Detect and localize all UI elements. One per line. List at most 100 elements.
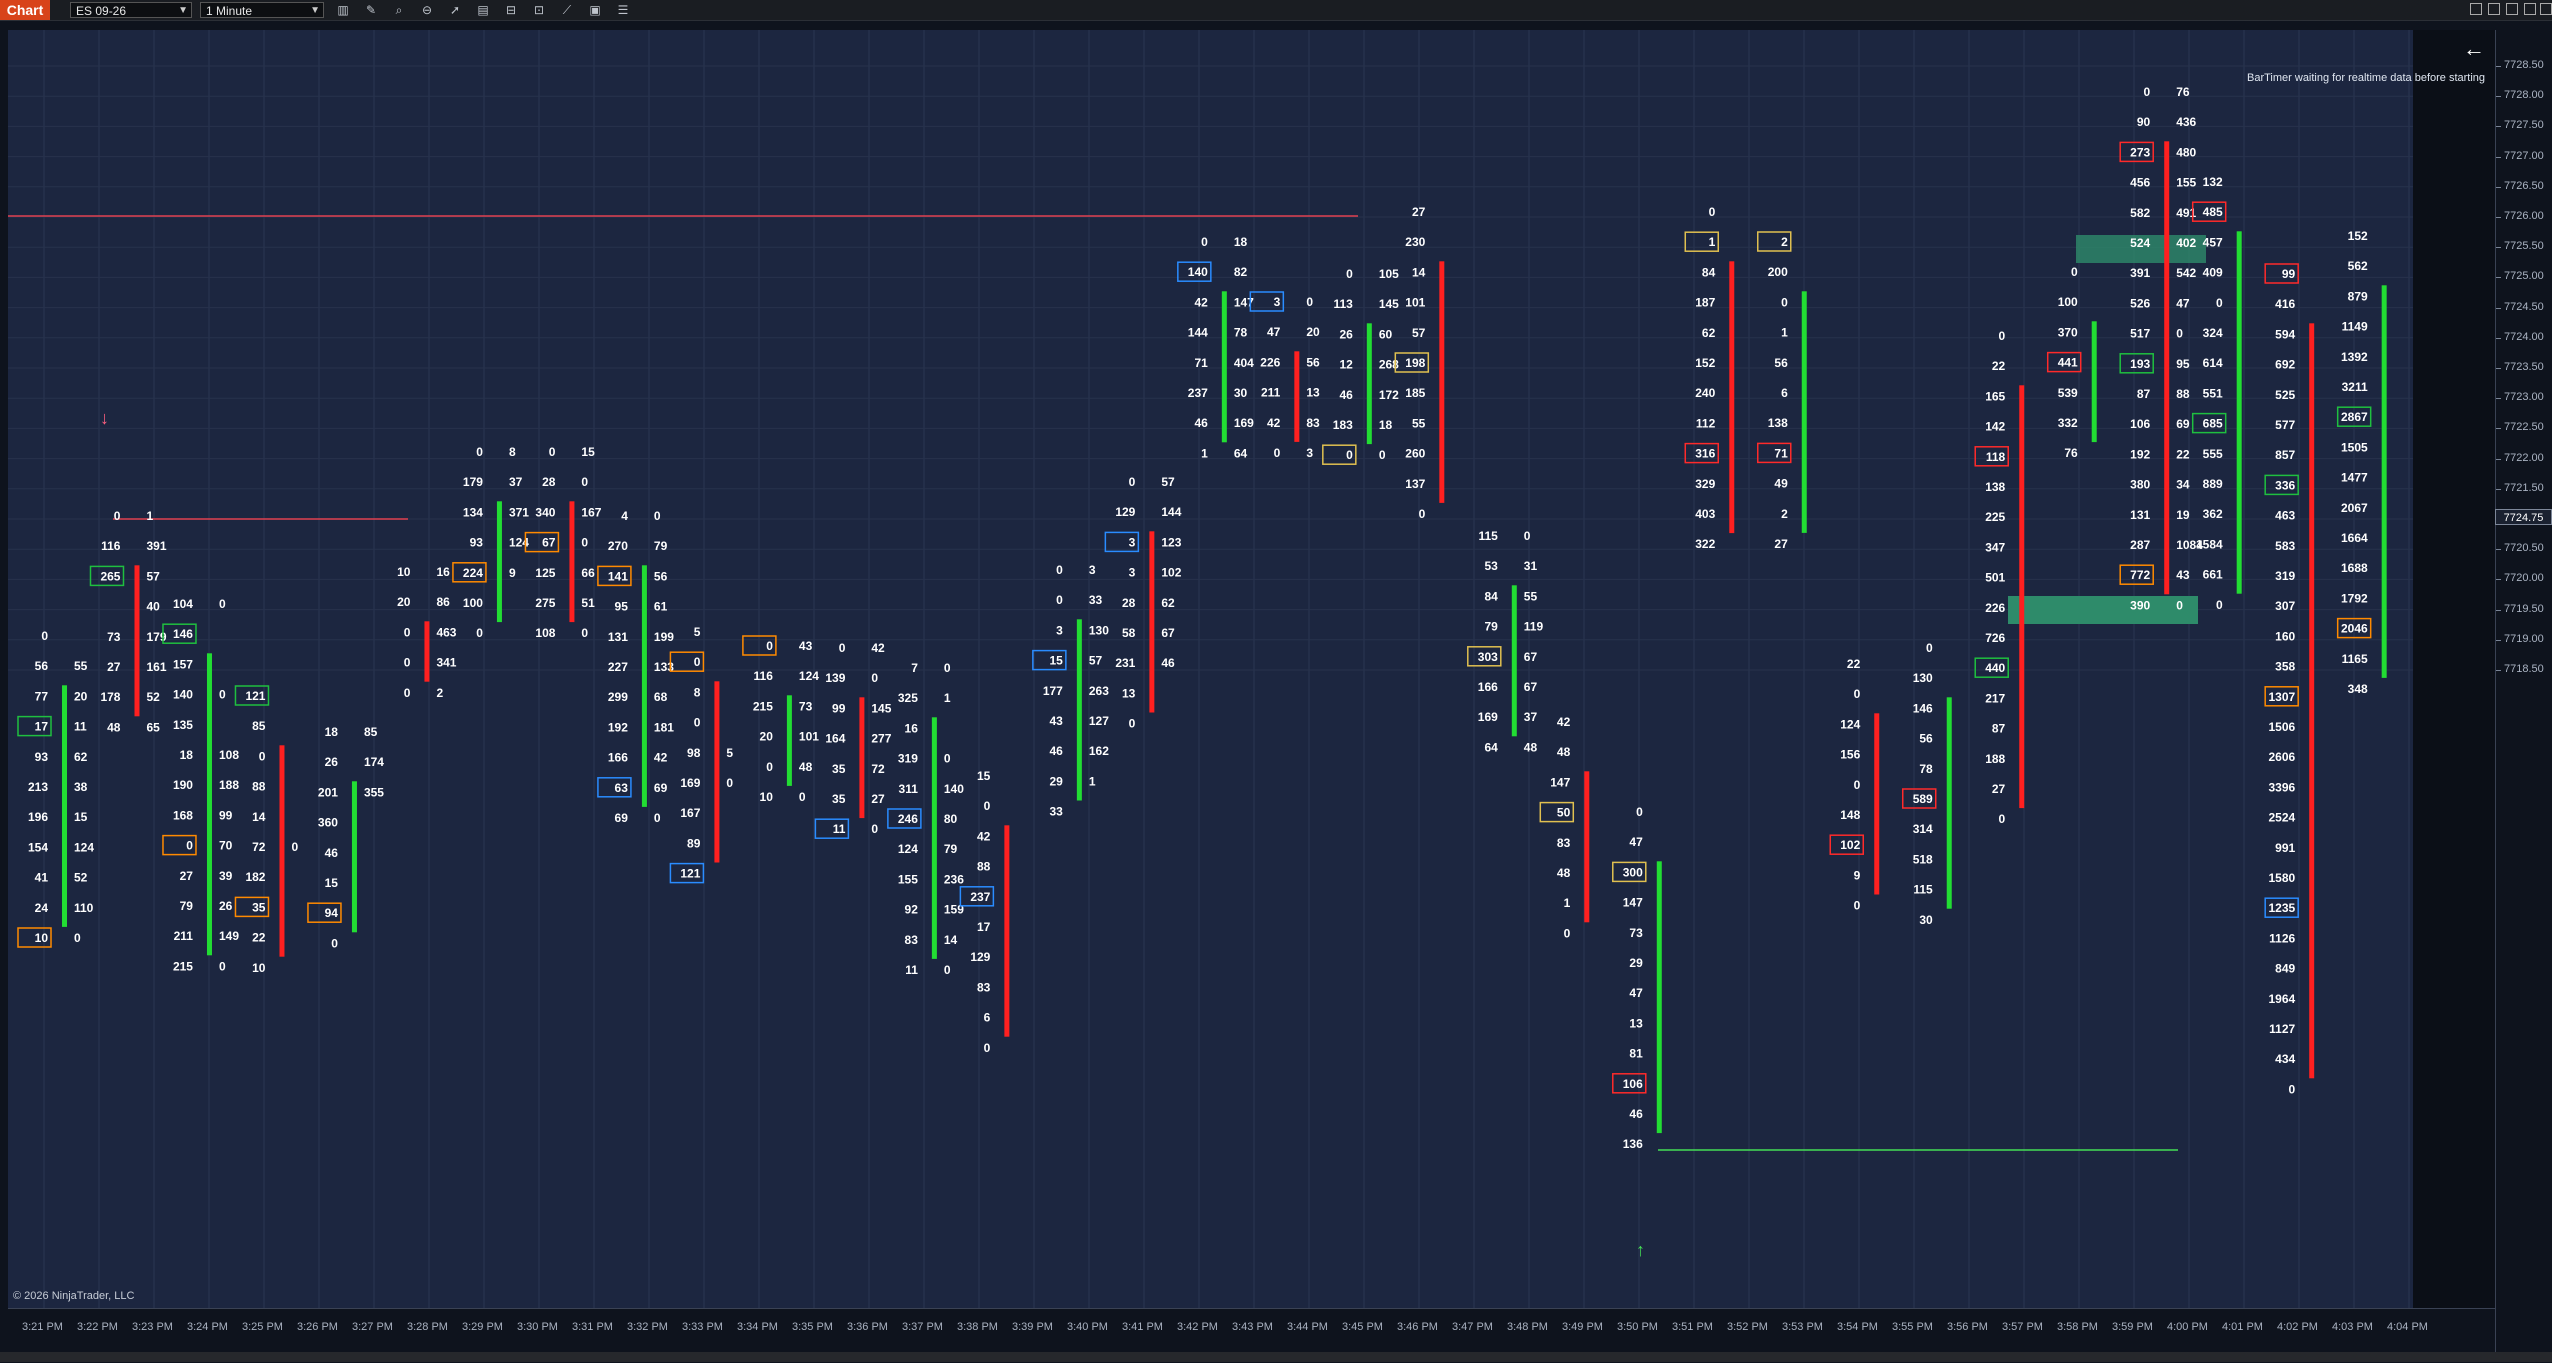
ask-volume: 40: [146, 600, 160, 614]
ask-volume: 19: [2176, 508, 2190, 522]
bid-volume: 130: [1913, 671, 1933, 685]
back-arrow-icon[interactable]: ←: [2463, 36, 2485, 62]
bid-volume: 0: [1201, 235, 1208, 249]
bid-volume: 0: [1999, 329, 2006, 343]
pencil-icon[interactable]: ✎: [364, 3, 378, 17]
bid-volume: 1235: [2268, 901, 2295, 915]
bid-volume: 0: [694, 716, 701, 730]
time-tick: 3:29 PM: [462, 1321, 503, 1333]
footprint-column: 115 0 53 31 84 55 79 119 303 67 166 67 169 37 64 48: [1467, 529, 1544, 754]
bid-volume: 90: [2137, 115, 2151, 129]
bid-volume: 48: [1557, 866, 1571, 880]
interval-selector[interactable]: 1 Minute ▼: [200, 2, 324, 18]
templates-icon[interactable]: ⊟: [504, 3, 518, 17]
bid-volume: 115: [1478, 529, 1498, 543]
time-tick: 3:57 PM: [2002, 1321, 2043, 1333]
bid-volume: 1664: [2341, 531, 2368, 545]
bid-volume: 72: [252, 840, 266, 854]
bid-volume: 99: [832, 701, 846, 715]
window-button[interactable]: [2506, 3, 2518, 15]
ask-volume: 20: [74, 689, 88, 703]
zoom-out-icon[interactable]: ⊖: [420, 3, 434, 17]
zoom-icon[interactable]: ⌕: [392, 3, 406, 17]
candle-body: [1439, 261, 1445, 503]
price-tick: 7727.00: [2496, 149, 2544, 162]
footprint-column: 22 0 124 156 0 148 102 9 0: [1829, 657, 1880, 913]
candle-body: [2236, 231, 2242, 594]
time-tick: 3:48 PM: [1507, 1321, 1548, 1333]
chart-toolbar: Chart ES 09-26 ▼ 1 Minute ▼ ▥ ✎ ⌕ ⊖ ➚ ▤ …: [0, 0, 2552, 21]
footprint-column: 0 130 146 56 78 589 314 518 115 30: [1901, 641, 1952, 927]
bid-volume: 121: [245, 689, 265, 703]
time-tick: 3:34 PM: [737, 1321, 778, 1333]
price-tick: 7722.50: [2496, 421, 2544, 434]
chart-panel[interactable]: 0 56 55 77 20 17 11 93 62 213 38 196 15 154 124 41 52 24 1…: [8, 30, 2413, 1308]
chart-tab[interactable]: Chart: [0, 0, 50, 20]
bid-volume: 215: [173, 959, 193, 973]
ask-volume: 0: [944, 963, 951, 977]
bid-volume: 0: [1854, 687, 1861, 701]
candle-body: [1511, 585, 1517, 737]
ask-volume: 341: [436, 656, 456, 670]
list-icon[interactable]: ☰: [616, 3, 630, 17]
ask-volume: 69: [2176, 417, 2190, 431]
ask-volume: 26: [219, 899, 233, 913]
screenshot-icon[interactable]: ⊡: [532, 3, 546, 17]
candle-body: [1004, 825, 1010, 1037]
bars-icon[interactable]: ▥: [336, 3, 350, 17]
bid-volume: 138: [1985, 480, 2005, 494]
time-tick: 3:32 PM: [627, 1321, 668, 1333]
bid-volume: 226: [1985, 601, 2005, 615]
strategies-icon[interactable]: ⟋: [560, 3, 574, 17]
bid-volume: 146: [173, 627, 193, 641]
candle-body: [2309, 323, 2315, 1079]
bid-volume: 27: [1992, 782, 2006, 796]
bid-volume: 147: [1550, 775, 1570, 789]
bid-volume: 434: [2275, 1052, 2295, 1066]
candle-body: [279, 745, 285, 957]
restore-button[interactable]: [2488, 3, 2500, 15]
bid-volume: 1165: [2342, 652, 2368, 666]
properties-icon[interactable]: ▤: [476, 3, 490, 17]
ask-volume: 33: [1089, 593, 1103, 607]
ask-volume: 123: [1161, 535, 1181, 549]
footprint-column: 0 8 179 37 134 371 93 124 224 9 100 0: [452, 445, 529, 640]
bid-volume: 167: [680, 806, 700, 820]
candle-body: [496, 501, 502, 623]
bid-volume: 85: [252, 719, 266, 733]
bid-volume: 177: [1043, 684, 1063, 698]
maximize-button[interactable]: [2524, 3, 2536, 15]
bid-volume: 112: [1696, 416, 1716, 430]
bid-volume: 27: [107, 660, 121, 674]
bid-volume: 11: [905, 963, 918, 977]
price-axis[interactable]: 7728.50 7728.00 7727.50 7727.00 7726.50 7726.…: [2495, 30, 2552, 1362]
bid-volume: 0: [1056, 593, 1063, 607]
bid-volume: 101: [1405, 296, 1425, 310]
ask-volume: 57: [1089, 654, 1103, 668]
bid-volume: 69: [615, 811, 629, 825]
footprint-column: 0 22 165 142 118 138 225 347 501 226 726 440 217 87 18…: [1974, 329, 2025, 826]
indicators-icon[interactable]: ▣: [588, 3, 602, 17]
footprint-column: 121 85 0 88 14 72 0 182 35 22 10: [234, 685, 298, 975]
bid-volume: 88: [977, 860, 991, 874]
close-button[interactable]: [2540, 3, 2552, 15]
ask-volume: 0: [871, 822, 878, 836]
instrument-selector[interactable]: ES 09-26 ▼: [70, 2, 192, 18]
bid-volume: 166: [1478, 680, 1498, 694]
bid-volume: 168: [173, 808, 193, 822]
time-tick: 3:51 PM: [1672, 1321, 1713, 1333]
bid-volume: 889: [2203, 477, 2223, 491]
ask-volume: 70: [219, 839, 233, 853]
cursor-icon[interactable]: ➚: [448, 3, 462, 17]
ask-volume: 236: [944, 872, 964, 886]
minimize-button[interactable]: [2470, 3, 2482, 15]
bid-volume: 849: [2275, 962, 2295, 976]
bid-volume: 303: [1478, 650, 1498, 664]
price-tick: 7720.50: [2496, 542, 2544, 555]
candle-body: [1874, 713, 1880, 895]
bid-volume: 1792: [2341, 591, 2368, 605]
ask-volume: 119: [1524, 620, 1544, 634]
footprint-column: 0 15 28 0 340 167 67 0 125 66 275 51 108 0: [524, 445, 602, 640]
bid-volume: 89: [687, 836, 701, 850]
bid-volume: 115: [1913, 883, 1933, 897]
